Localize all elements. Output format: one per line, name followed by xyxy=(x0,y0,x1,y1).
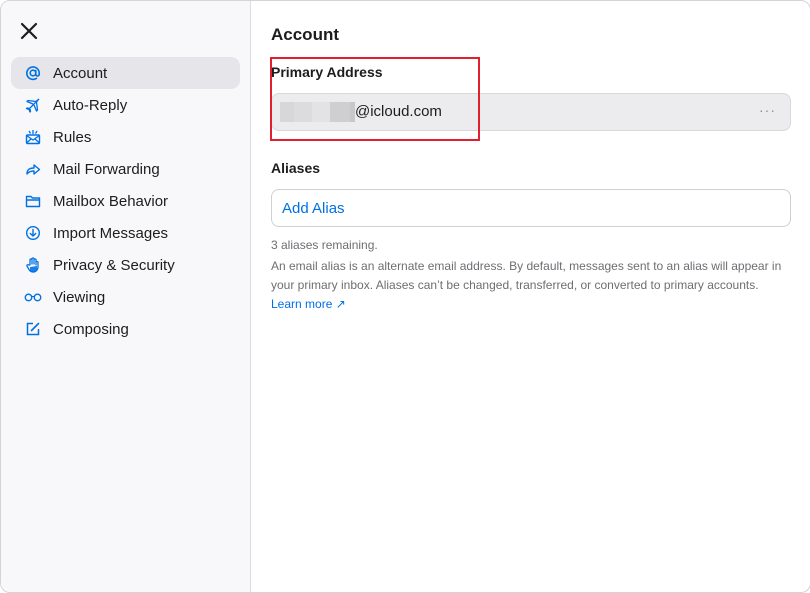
external-arrow-icon: ↗ xyxy=(335,297,346,311)
sidebar-item-label: Auto-Reply xyxy=(53,96,128,114)
sidebar-item-rules[interactable]: Rules xyxy=(11,121,240,153)
sidebar-item-label: Composing xyxy=(53,320,129,338)
sidebar-item-label: Viewing xyxy=(53,288,106,306)
sidebar-item-label: Mail Forwarding xyxy=(53,160,160,178)
account-panel: Account Primary Address @icloud.com ··· … xyxy=(251,1,810,592)
glasses-icon xyxy=(24,288,42,306)
compose-icon xyxy=(24,320,42,338)
aliases-description-text: An email alias is an alternate email add… xyxy=(271,259,782,292)
learn-more-link[interactable]: Learn more ↗ xyxy=(271,297,346,311)
close-button[interactable] xyxy=(19,21,39,41)
sidebar-item-mailbox-behavior[interactable]: Mailbox Behavior xyxy=(11,185,240,217)
sidebar-item-import-messages[interactable]: Import Messages xyxy=(11,217,240,249)
primary-address-field: @icloud.com ··· xyxy=(271,93,791,131)
sidebar-nav: Account Auto-Reply Rules Mail Forwarding xyxy=(11,57,240,345)
add-alias-button[interactable]: Add Alias xyxy=(271,189,791,227)
redacted-username xyxy=(280,102,355,122)
download-circle-icon xyxy=(24,224,42,242)
sidebar-item-viewing[interactable]: Viewing xyxy=(11,281,240,313)
settings-window: Account Auto-Reply Rules Mail Forwarding xyxy=(0,0,810,593)
aliases-remaining: 3 aliases remaining. xyxy=(271,238,378,252)
sidebar-item-label: Privacy & Security xyxy=(53,256,175,274)
primary-address-value: @icloud.com xyxy=(355,103,442,120)
sidebar-item-label: Account xyxy=(53,64,108,82)
sidebar-item-auto-reply[interactable]: Auto-Reply xyxy=(11,89,240,121)
close-icon xyxy=(20,22,38,40)
forward-arrow-icon xyxy=(24,160,42,178)
hand-icon xyxy=(24,256,42,274)
add-alias-label: Add Alias xyxy=(282,200,345,217)
sidebar-item-account[interactable]: Account xyxy=(11,57,240,89)
sidebar-item-composing[interactable]: Composing xyxy=(11,313,240,345)
learn-more-label: Learn more xyxy=(271,297,333,311)
sidebar: Account Auto-Reply Rules Mail Forwarding xyxy=(1,1,251,592)
aliases-description: An email alias is an alternate email add… xyxy=(271,257,791,314)
more-options-button[interactable]: ··· xyxy=(759,102,776,118)
at-icon xyxy=(24,64,42,82)
sidebar-item-label: Import Messages xyxy=(53,224,169,242)
sidebar-item-privacy-security[interactable]: Privacy & Security xyxy=(11,249,240,281)
primary-address-label: Primary Address xyxy=(271,64,383,80)
folder-icon xyxy=(24,192,42,210)
sidebar-item-label: Rules xyxy=(53,128,92,146)
airplane-icon xyxy=(24,96,42,114)
sidebar-item-mail-forwarding[interactable]: Mail Forwarding xyxy=(11,153,240,185)
aliases-label: Aliases xyxy=(271,160,321,176)
sidebar-item-label: Mailbox Behavior xyxy=(53,192,169,210)
page-title: Account xyxy=(271,25,339,44)
rules-envelope-icon xyxy=(24,128,42,146)
